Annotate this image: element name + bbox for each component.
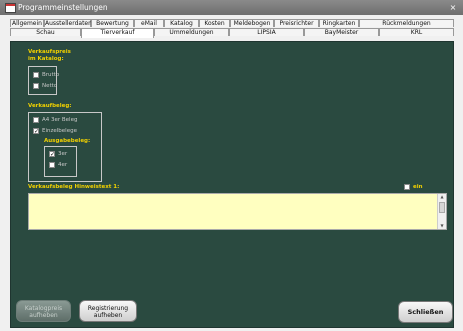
netto-label: Netto (42, 83, 58, 89)
ausgabebeleg-label: Ausgabebeleg: (44, 138, 91, 144)
katalogpreis-aufheben-button[interactable]: Katalogpreis aufheben (16, 300, 71, 322)
title-bar: Programmeinstellungen × (0, 0, 463, 15)
einzelbelege-label: Einzelbelege (42, 128, 77, 134)
registrierung-label-line1: Registrierung (87, 305, 129, 312)
einzelbelege-checkbox[interactable]: ✓ (33, 128, 39, 135)
scroll-thumb[interactable] (439, 202, 445, 213)
tab-row-1: Allgemein Ausstellerdaten Bewertung eMai… (10, 19, 454, 28)
tab-tierverkauf[interactable]: Tierverkauf (81, 28, 154, 38)
tab-schau[interactable]: Schau (10, 28, 81, 36)
registrierung-aufheben-button[interactable]: Registrierung aufheben (79, 300, 137, 322)
tab-ringkarten[interactable]: Ringkarten (319, 19, 359, 27)
tab-ausstellerdaten[interactable]: Ausstellerdaten (44, 19, 92, 27)
im-katalog-label: im Katalog: (28, 56, 64, 62)
a4-3er-beleg-label: A4 3er Beleg (42, 117, 78, 123)
verkaufspreis-label: Verkaufspreis (28, 49, 71, 55)
tab-bewertung[interactable]: Bewertung (91, 19, 134, 27)
close-icon[interactable]: × (447, 0, 459, 15)
settings-window: Programmeinstellungen × Allgemein Ausste… (0, 0, 463, 331)
tab-ummeldungen[interactable]: Ummeldungen (154, 28, 229, 36)
tab-rueckmeldungen[interactable]: Rückmeldungen (359, 19, 454, 27)
hinweis-ein-label: ein (413, 184, 423, 190)
tab-meldebogen[interactable]: Meldebogen (230, 19, 274, 27)
tab-preisrichter[interactable]: Preisrichter (274, 19, 319, 27)
ausgabe-3er-checkbox[interactable]: ✓ (49, 151, 55, 158)
brutto-checkbox[interactable] (33, 72, 39, 78)
hinweistext-input[interactable]: ▲ ▼ (28, 193, 447, 230)
katalogpreis-aufheben-label: Katalogpreis aufheben (24, 305, 63, 319)
app-icon (5, 3, 16, 13)
tab-lipsia[interactable]: LIPSIA (229, 28, 304, 36)
tierverkauf-panel: Verkaufspreis im Katalog: Brutto Netto V… (10, 41, 454, 328)
tab-krl[interactable]: KRL (379, 28, 454, 36)
window-title: Programmeinstellungen (18, 3, 108, 12)
hinweis-ein-checkbox[interactable] (404, 184, 410, 190)
ausgabe-3er-label: 3er (58, 151, 68, 157)
a4-3er-beleg-checkbox[interactable] (33, 117, 39, 123)
scroll-down-icon[interactable]: ▼ (438, 223, 446, 229)
verkaufsbeleg-label: Verkaufbeleg: (28, 103, 72, 109)
hinweistext-label: Verkaufsbeleg Hinweistext 1: (28, 184, 120, 190)
registrierung-label-line2: aufheben (93, 312, 123, 319)
tab-row-2: Schau Tierverkauf Ummeldungen LIPSIA Bay… (10, 28, 454, 38)
hinweistext-scrollbar[interactable]: ▲ ▼ (437, 194, 446, 229)
tab-email[interactable]: eMail (134, 19, 164, 27)
schliessen-button[interactable]: Schließen (398, 301, 453, 323)
scroll-up-icon[interactable]: ▲ (438, 194, 446, 200)
tab-kosten[interactable]: Kosten (199, 19, 230, 27)
tab-katalog[interactable]: Katalog (164, 19, 199, 27)
netto-checkbox[interactable] (33, 83, 39, 89)
tab-baymeister[interactable]: BayMeister (304, 28, 379, 36)
ausgabe-4er-label: 4er (58, 162, 68, 168)
verkaufspreis-group (28, 66, 57, 95)
tab-allgemein[interactable]: Allgemein (10, 19, 44, 27)
brutto-label: Brutto (42, 72, 60, 78)
ausgabe-4er-checkbox[interactable] (49, 162, 55, 168)
tab-strip: Allgemein Ausstellerdaten Bewertung eMai… (10, 19, 454, 38)
